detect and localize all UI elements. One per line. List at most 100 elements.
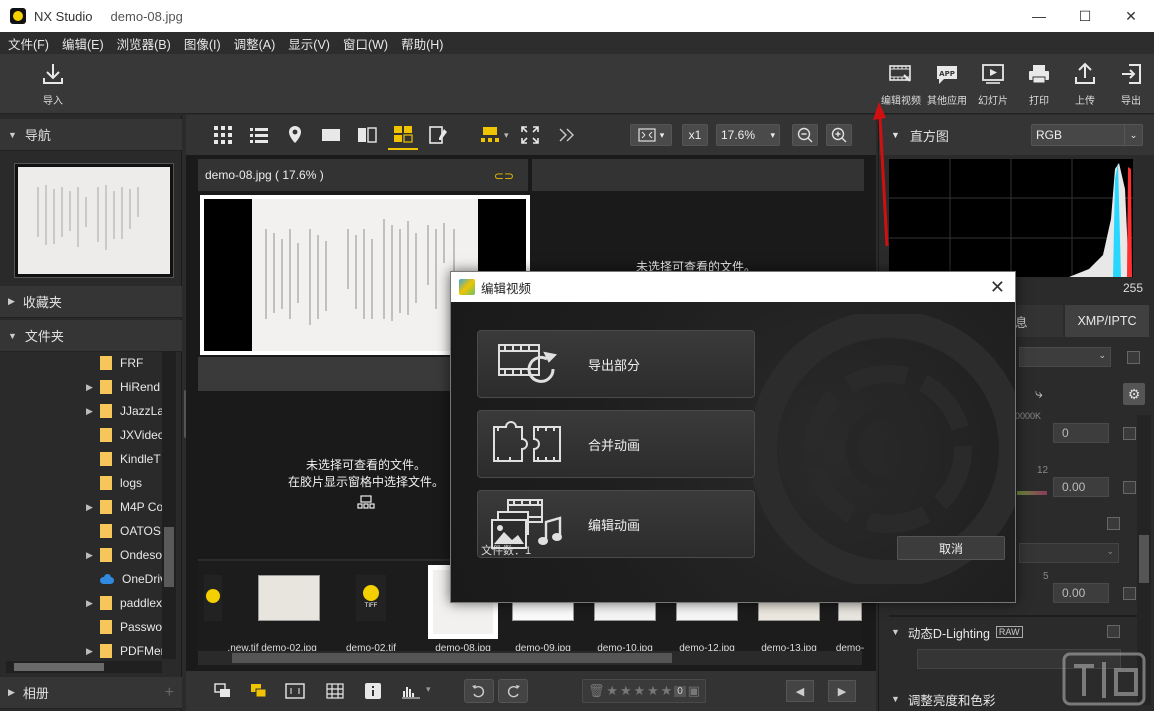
menu-image[interactable]: 图像(I) (184, 34, 221, 53)
add-album-icon[interactable]: + (165, 684, 174, 702)
sync-link-icon[interactable]: ⊂⊃ (494, 169, 514, 183)
temperature-input[interactable]: 0 (1053, 423, 1109, 443)
info-icon[interactable] (362, 681, 384, 701)
dlighting-checkbox[interactable] (1107, 625, 1120, 638)
select-icon[interactable] (248, 681, 270, 701)
folder-item[interactable]: OneDriv (0, 567, 176, 591)
crop-frame-icon[interactable] (284, 681, 306, 701)
scrollbar-thumb[interactable] (1139, 535, 1149, 583)
zoom-in-button[interactable] (826, 124, 852, 146)
temperature-spin-icon[interactable] (1123, 427, 1136, 440)
merge-movie-button[interactable]: 合并动画 (477, 410, 755, 478)
dialog-close-button[interactable]: ✕ (990, 277, 1005, 298)
menu-help[interactable]: 帮助(H) (401, 34, 443, 53)
tint-slider-track[interactable] (1017, 491, 1047, 495)
menu-browser[interactable]: 浏览器(B) (117, 34, 171, 53)
histogram-toggle-icon[interactable] (400, 681, 422, 701)
rating-zero-badge[interactable]: 0 (674, 685, 686, 697)
export-button[interactable]: 导出 (1108, 62, 1154, 107)
star-icon[interactable]: ★ (661, 683, 673, 699)
menu-adjust[interactable]: 调整(A) (234, 34, 276, 53)
dropdown-chevron-icon[interactable]: ▾ (426, 684, 431, 695)
expand-arrow-icon[interactable]: ▶ (86, 550, 100, 561)
rotate-left-button[interactable] (464, 679, 494, 703)
rotate-right-button[interactable] (498, 679, 528, 703)
scrollbar-thumb[interactable] (14, 663, 104, 671)
star-icon[interactable]: ★ (606, 683, 618, 699)
star-icon[interactable]: ★ (647, 683, 659, 699)
next-image-button[interactable]: ▶ (828, 680, 856, 702)
preset-checkbox[interactable] (1127, 351, 1140, 364)
histogram-channel-select[interactable]: RGB ⌄ (1031, 124, 1143, 146)
trash-icon[interactable]: 🗑 (588, 683, 605, 699)
maximize-button[interactable]: ☐ (1062, 0, 1108, 32)
folders-section-header[interactable]: ▼ 文件夹 (0, 320, 182, 352)
albums-section-header[interactable]: ▶ 相册 + (0, 677, 182, 709)
zoom-out-button[interactable] (792, 124, 818, 146)
slideshow-button[interactable]: 幻灯片 (970, 62, 1016, 107)
close-window-button[interactable]: ✕ (1108, 0, 1154, 32)
grid-overlay-icon[interactable] (324, 681, 346, 701)
section-enable-checkbox[interactable] (1107, 517, 1120, 530)
star-icon[interactable]: ★ (634, 683, 646, 699)
mode-select[interactable]: ⌄ (1019, 543, 1119, 563)
tab-xmp-iptc[interactable]: XMP/IPTC (1065, 305, 1149, 337)
menu-edit[interactable]: 编辑(E) (62, 34, 104, 53)
grid-view-icon[interactable] (208, 120, 238, 150)
stack-icon[interactable] (212, 681, 234, 701)
list-view-icon[interactable] (244, 120, 274, 150)
expand-arrow-icon[interactable]: ▶ (86, 646, 100, 657)
menu-file[interactable]: 文件(F) (8, 34, 49, 53)
zoom-1x-button[interactable]: x1 (682, 124, 708, 146)
folder-item[interactable]: ▶ HiRend (0, 375, 176, 399)
folder-item[interactable]: ▶ JJazzLab (0, 399, 176, 423)
compare-four-icon[interactable] (388, 120, 418, 150)
star-icon[interactable]: ★ (620, 683, 632, 699)
favorites-section-header[interactable]: ▶ 收藏夹 (0, 286, 182, 318)
menu-window[interactable]: 窗口(W) (343, 34, 388, 53)
scrollbar-thumb[interactable] (232, 653, 672, 663)
upload-button[interactable]: 上传 (1062, 62, 1108, 107)
folder-item[interactable]: JXVideo (0, 423, 176, 447)
folder-item[interactable]: KindleT (0, 447, 176, 471)
zoom-percent-select[interactable]: 17.6% ▾ (716, 124, 780, 146)
expand-arrow-icon[interactable]: ▶ (86, 406, 100, 417)
folder-item[interactable]: logs (0, 471, 176, 495)
film-thumbnail[interactable]: TIFF demo-02.tif (340, 575, 402, 654)
forward-chevrons-icon[interactable] (551, 120, 581, 150)
folder-item[interactable]: ▶ PDFMer (0, 639, 176, 661)
fit-screen-icon[interactable] (515, 120, 545, 150)
folder-item[interactable]: OATOS (0, 519, 176, 543)
navigation-thumbnail[interactable] (14, 163, 174, 278)
cancel-button[interactable]: 取消 (897, 536, 1005, 560)
settings-gear-button[interactable]: ⚙ (1123, 383, 1145, 405)
scrollbar-thumb[interactable] (164, 527, 174, 587)
fit-zoom-dropdown[interactable]: ▾ (630, 124, 672, 146)
tone-curve-icon[interactable]: ⤷ (1035, 385, 1043, 402)
folder-item[interactable]: ▶ paddlex (0, 591, 176, 615)
expand-arrow-icon[interactable]: ▶ (86, 502, 100, 513)
folder-item[interactable]: ▶ Ondeso (0, 543, 176, 567)
filmstrip-toggle-icon[interactable] (476, 120, 506, 150)
value-spin-icon[interactable] (1123, 587, 1136, 600)
preset-select[interactable]: ⌄ (1019, 347, 1111, 367)
print-button[interactable]: 打印 (1016, 62, 1062, 107)
dropdown-chevron-icon[interactable]: ▾ (504, 130, 509, 141)
navigation-section-header[interactable]: ▼ 导航 (0, 119, 182, 151)
film-thumbnail[interactable]: demo-02.jpg (258, 575, 320, 654)
expand-arrow-icon[interactable]: ▶ (86, 598, 100, 609)
menu-view[interactable]: 显示(V) (288, 34, 330, 53)
folder-item[interactable]: ▶ M4P Co (0, 495, 176, 519)
import-button[interactable]: 导入 (30, 62, 76, 107)
other-apps-button[interactable]: APP 其他应用 (924, 62, 970, 107)
value-input[interactable]: 0.00 (1053, 583, 1109, 603)
tab-info[interactable]: 息 (1013, 305, 1063, 337)
compare-two-icon[interactable] (352, 120, 382, 150)
folder-item[interactable]: Passwo (0, 615, 176, 639)
image-label-icon[interactable]: ▣ (688, 683, 700, 699)
previous-image-button[interactable]: ◀ (786, 680, 814, 702)
single-view-icon[interactable] (316, 120, 346, 150)
folder-vertical-scrollbar[interactable] (162, 351, 176, 659)
folder-item[interactable]: FRF (0, 351, 176, 375)
active-d-lighting-header[interactable]: ▼ 动态D-Lighting RAW (891, 617, 1123, 647)
